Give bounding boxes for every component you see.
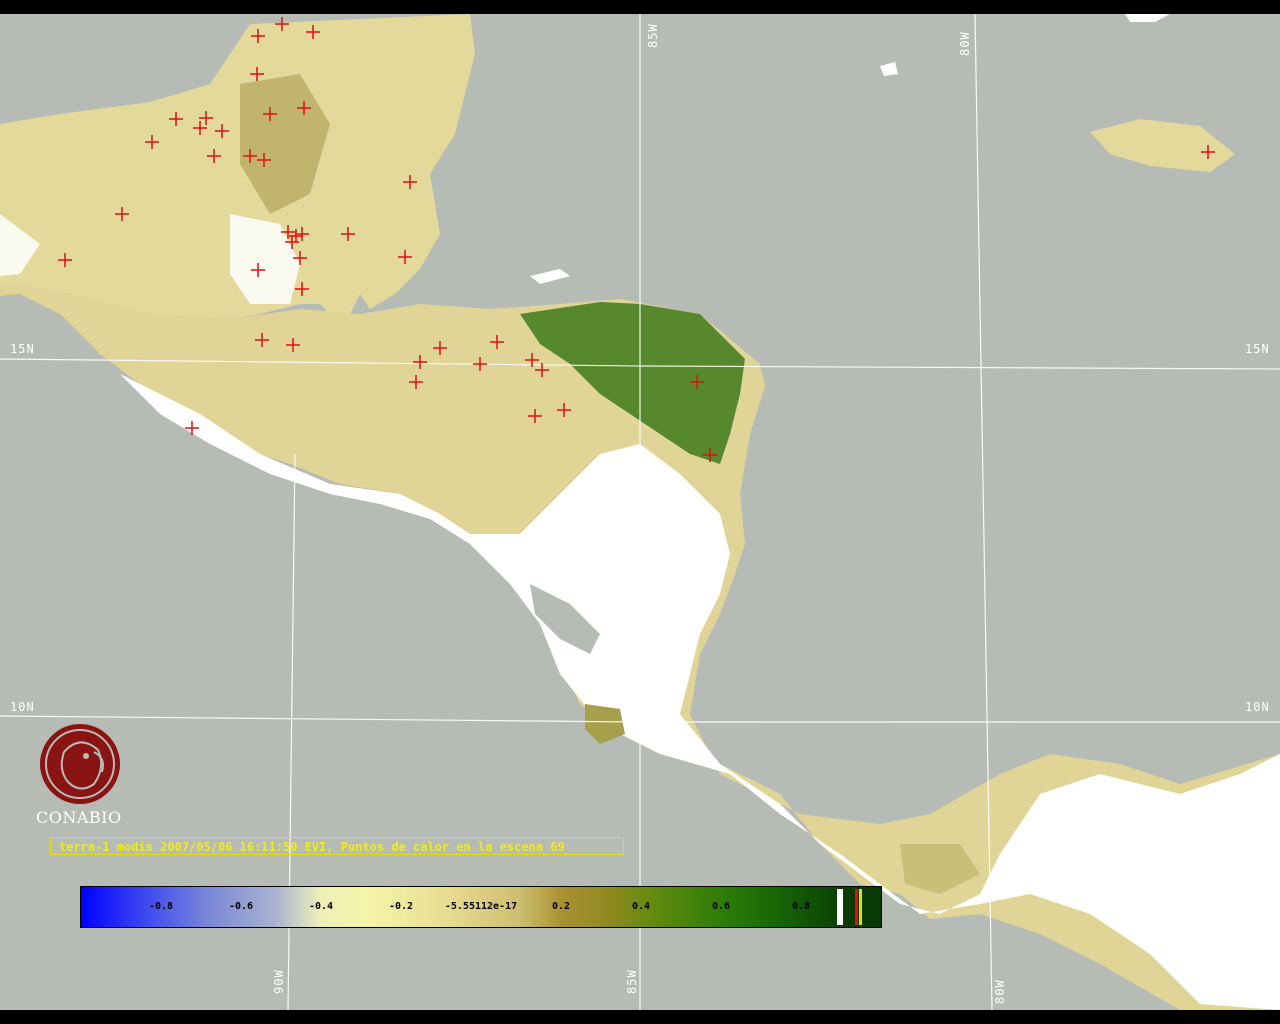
colorbar-tick: -0.2 xyxy=(388,901,414,912)
colorbar-cloud-swatch xyxy=(837,889,843,925)
lat-label-right-10n: 10N xyxy=(1245,700,1270,714)
lat-label-left-10n: 10N xyxy=(10,700,35,714)
lon-label-top-85w: 85W xyxy=(646,23,660,48)
scene-caption: terra-1 modis 2007/05/06 16:11:50 EVI, P… xyxy=(50,837,624,855)
islands-bay xyxy=(530,14,1170,284)
jamaica xyxy=(1090,119,1235,172)
macaw-emblem-icon xyxy=(40,724,120,804)
colorbar-tick: 0.2 xyxy=(551,901,571,912)
lat-label-right-15n: 15N xyxy=(1245,342,1270,356)
colorbar-tick: -0.6 xyxy=(228,901,254,912)
colorbar-tick: -0.4 xyxy=(308,901,334,912)
colorbar-tick: 0.6 xyxy=(711,901,731,912)
colorbar-tick: 0.8 xyxy=(791,901,811,912)
lon-label-bottom-90w: 90W xyxy=(272,969,286,994)
lon-label-bottom-80w: 80W xyxy=(993,979,1007,1004)
lon-label-bottom-85w: 85W xyxy=(625,969,639,994)
green-patch-costa-rica xyxy=(585,704,625,744)
evi-colorbar: -0.8 -0.6 -0.4 -0.2 -5.55112e-17 0.2 0.4… xyxy=(80,886,882,928)
lon-label-top-80w: 80W xyxy=(958,31,972,56)
satellite-map[interactable]: 85W 80W 90W 85W 80W 15N 10N 15N 10N xyxy=(0,14,1280,1010)
colorbar-tick: -5.55112e-17 xyxy=(444,901,518,912)
colorbar-hotspot-swatch xyxy=(855,889,858,925)
colorbar-tick: 0.4 xyxy=(631,901,651,912)
colorbar-tick: -0.8 xyxy=(148,901,174,912)
land-layer xyxy=(0,14,1280,1010)
colorbar-yellow-swatch xyxy=(859,889,862,925)
conabio-logo-text: CONABIO xyxy=(36,808,122,827)
lat-label-left-15n: 15N xyxy=(10,342,35,356)
